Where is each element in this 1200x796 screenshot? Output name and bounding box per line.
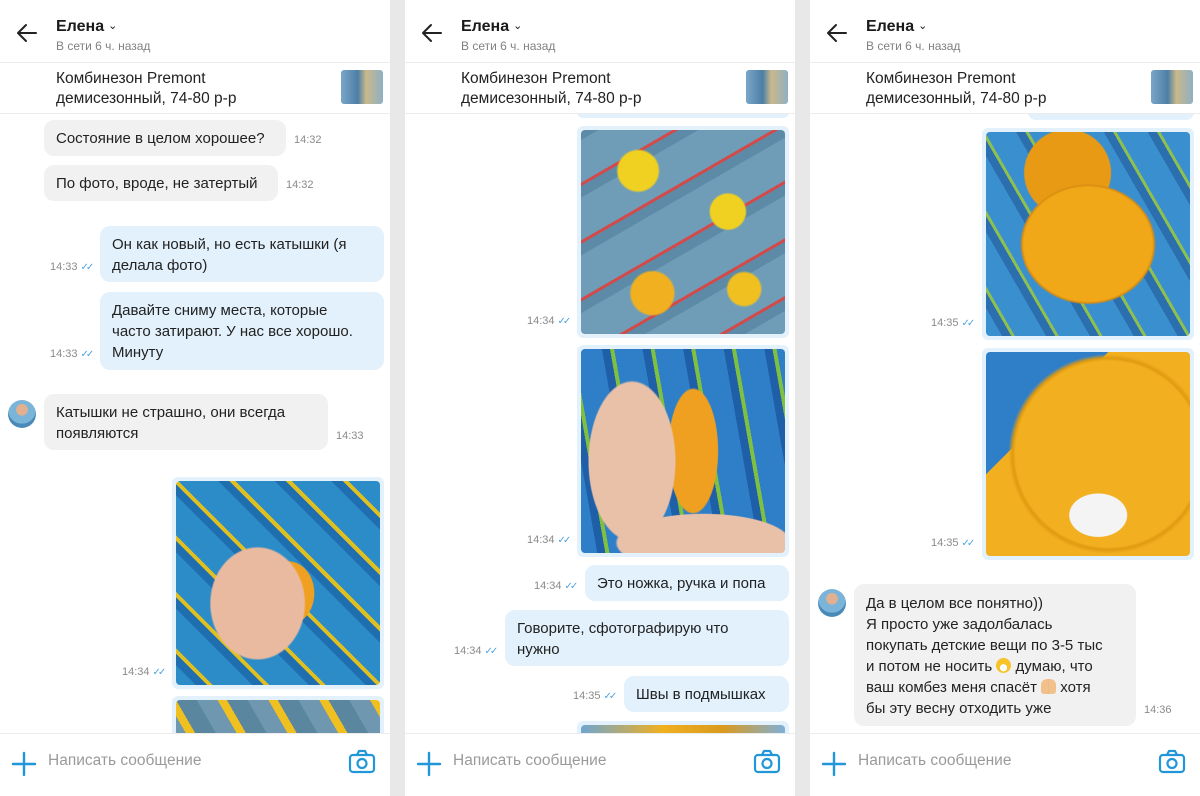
message-outgoing: Он как новый, но есть катышки (я делала ф… <box>100 226 384 282</box>
plus-icon[interactable] <box>10 750 38 778</box>
double-check-icon: ✓✓ <box>484 646 499 657</box>
message-input[interactable] <box>453 752 733 770</box>
chat-header: Елена ⌄ В сети 6 ч. назад <box>0 0 390 63</box>
avatar[interactable] <box>818 589 846 617</box>
double-check-icon: ✓✓ <box>152 667 167 678</box>
double-check-icon: ✓✓ <box>564 581 579 592</box>
message-composer <box>810 733 1200 796</box>
message-list: 14:34 ✓✓ 14:34 ✓✓ Это ножка, ручка и попа … <box>405 114 795 734</box>
message-time: 14:33 ✓✓ <box>50 348 95 360</box>
message-input[interactable] <box>48 752 328 770</box>
message-time: 14:34 ✓✓ <box>454 645 499 657</box>
double-check-icon: ✓✓ <box>603 691 618 702</box>
product-bar[interactable]: Комбинезон Premont демисезонный, 74-80 р… <box>405 63 795 114</box>
chat-header: Елена ⌄ В сети 6 ч. назад <box>405 0 795 63</box>
chat-screen-1: Елена ⌄ В сети 6 ч. назад Комбинезон Prem… <box>0 0 390 796</box>
message-time: 14:35 ✓✓ <box>931 537 976 549</box>
chat-header: Елена ⌄ В сети 6 ч. назад <box>810 0 1200 63</box>
arrow-left-icon[interactable] <box>14 20 40 46</box>
message-photo[interactable] <box>577 345 789 557</box>
message-photo[interactable] <box>172 477 384 689</box>
camera-icon[interactable] <box>348 748 376 776</box>
folded-hands-emoji-icon <box>1041 679 1057 694</box>
contact-name[interactable]: Елена ⌄ <box>461 18 522 36</box>
product-thumbnail[interactable] <box>341 70 383 104</box>
plus-icon[interactable] <box>415 750 443 778</box>
chat-screen-2: Елена ⌄ В сети 6 ч. назад Комбинезон Prem… <box>405 0 795 796</box>
message-outgoing <box>1028 114 1194 120</box>
double-check-icon: ✓✓ <box>80 262 95 273</box>
product-bar[interactable]: Комбинезон Premont демисезонный, 74-80 р… <box>810 63 1200 114</box>
message-outgoing: Говорите, сфотографирую что нужно <box>505 610 789 666</box>
message-photo[interactable] <box>982 128 1194 340</box>
message-composer <box>405 733 795 796</box>
message-list: Состояние в целом хорошее? 14:32 По фото… <box>0 114 390 734</box>
chat-screen-3: Елена ⌄ В сети 6 ч. назад Комбинезон Prem… <box>810 0 1200 796</box>
contact-status: В сети 6 ч. назад <box>461 39 556 53</box>
message-outgoing: Давайте сниму места, которые часто затира… <box>100 292 384 370</box>
avatar[interactable] <box>8 400 36 428</box>
camera-icon[interactable] <box>753 748 781 776</box>
chevron-down-icon: ⌄ <box>918 20 928 32</box>
product-bar[interactable]: Комбинезон Premont демисезонный, 74-80 р… <box>0 63 390 114</box>
message-list: 14:35 ✓✓ 14:35 ✓✓ Да в целом все понятно))… <box>810 114 1200 734</box>
message-incoming: Катышки не страшно, они всегда появляются <box>44 394 328 450</box>
message-incoming: По фото, вроде, не затертый <box>44 165 278 201</box>
product-title: Комбинезон Premont демисезонный, 74-80 р… <box>866 70 1047 107</box>
grimacing-emoji-icon <box>996 658 1012 673</box>
message-time: 14:33 <box>336 430 364 442</box>
message-time: 14:35 ✓✓ <box>573 690 618 702</box>
double-check-icon: ✓✓ <box>80 349 95 360</box>
message-time: 14:34 ✓✓ <box>527 315 572 327</box>
arrow-left-icon[interactable] <box>419 20 445 46</box>
product-title: Комбинезон Premont демисезонный, 74-80 р… <box>461 70 642 107</box>
double-check-icon: ✓✓ <box>961 538 976 549</box>
message-photo[interactable] <box>172 696 384 734</box>
contact-status: В сети 6 ч. назад <box>866 39 961 53</box>
message-input[interactable] <box>858 752 1138 770</box>
message-outgoing: Это ножка, ручка и попа <box>585 565 789 601</box>
double-check-icon: ✓✓ <box>557 535 572 546</box>
message-outgoing: Швы в подмышках <box>624 676 789 712</box>
message-photo[interactable] <box>982 348 1194 560</box>
chevron-down-icon: ⌄ <box>108 20 118 32</box>
message-photo[interactable] <box>577 126 789 338</box>
double-check-icon: ✓✓ <box>557 316 572 327</box>
message-photo[interactable] <box>577 114 789 118</box>
message-time: 14:34 ✓✓ <box>527 534 572 546</box>
product-thumbnail[interactable] <box>746 70 788 104</box>
camera-icon[interactable] <box>1158 748 1186 776</box>
double-check-icon: ✓✓ <box>961 318 976 329</box>
contact-name[interactable]: Елена ⌄ <box>56 18 117 36</box>
message-composer <box>0 733 390 796</box>
contact-status: В сети 6 ч. назад <box>56 39 151 53</box>
message-time: 14:36 <box>1144 704 1172 716</box>
product-thumbnail[interactable] <box>1151 70 1193 104</box>
message-time: 14:33 ✓✓ <box>50 261 95 273</box>
product-title: Комбинезон Premont демисезонный, 74-80 р… <box>56 70 237 107</box>
plus-icon[interactable] <box>820 750 848 778</box>
contact-name[interactable]: Елена ⌄ <box>866 18 927 36</box>
chevron-down-icon: ⌄ <box>513 20 523 32</box>
message-time: 14:34 ✓✓ <box>122 666 167 678</box>
message-time: 14:32 <box>294 134 322 146</box>
message-time: 14:34 ✓✓ <box>534 580 579 592</box>
message-time: 14:35 ✓✓ <box>931 317 976 329</box>
arrow-left-icon[interactable] <box>824 20 850 46</box>
message-time: 14:32 <box>286 179 314 191</box>
message-incoming: Состояние в целом хорошее? <box>44 120 286 156</box>
message-incoming: Да в целом все понятно)) Я просто уже за… <box>854 584 1136 726</box>
